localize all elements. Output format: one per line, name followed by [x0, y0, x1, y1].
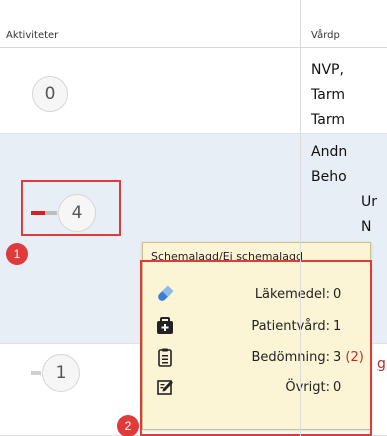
care-cell-line: N: [361, 219, 372, 235]
column-header-care[interactable]: Vårdp: [311, 30, 340, 41]
column-divider: [300, 0, 301, 436]
care-cell-line: Andn: [311, 144, 348, 160]
care-cell-line: Beho: [311, 169, 347, 185]
activity-count-badge[interactable]: 0: [32, 76, 68, 112]
step-marker: 1: [6, 243, 28, 265]
highlight-box: [140, 260, 372, 436]
highlight-box: [21, 180, 121, 236]
care-cell-line: Tarm: [311, 87, 345, 103]
column-header-activities[interactable]: Aktiviteter: [6, 30, 58, 41]
table-header: Aktiviteter Vårdp: [0, 0, 387, 48]
care-cell-link[interactable]: g: [377, 352, 386, 377]
step-marker: 2: [117, 415, 139, 436]
unscheduled-bar: [31, 371, 41, 375]
table-row[interactable]: 0 NVP, Tarm Tarm: [0, 48, 387, 134]
activity-count-badge[interactable]: 1: [42, 354, 80, 392]
care-cell-line: NVP,: [311, 62, 344, 78]
care-cell-line: Tarm: [311, 112, 345, 128]
care-cell-line: Ur: [361, 194, 378, 210]
